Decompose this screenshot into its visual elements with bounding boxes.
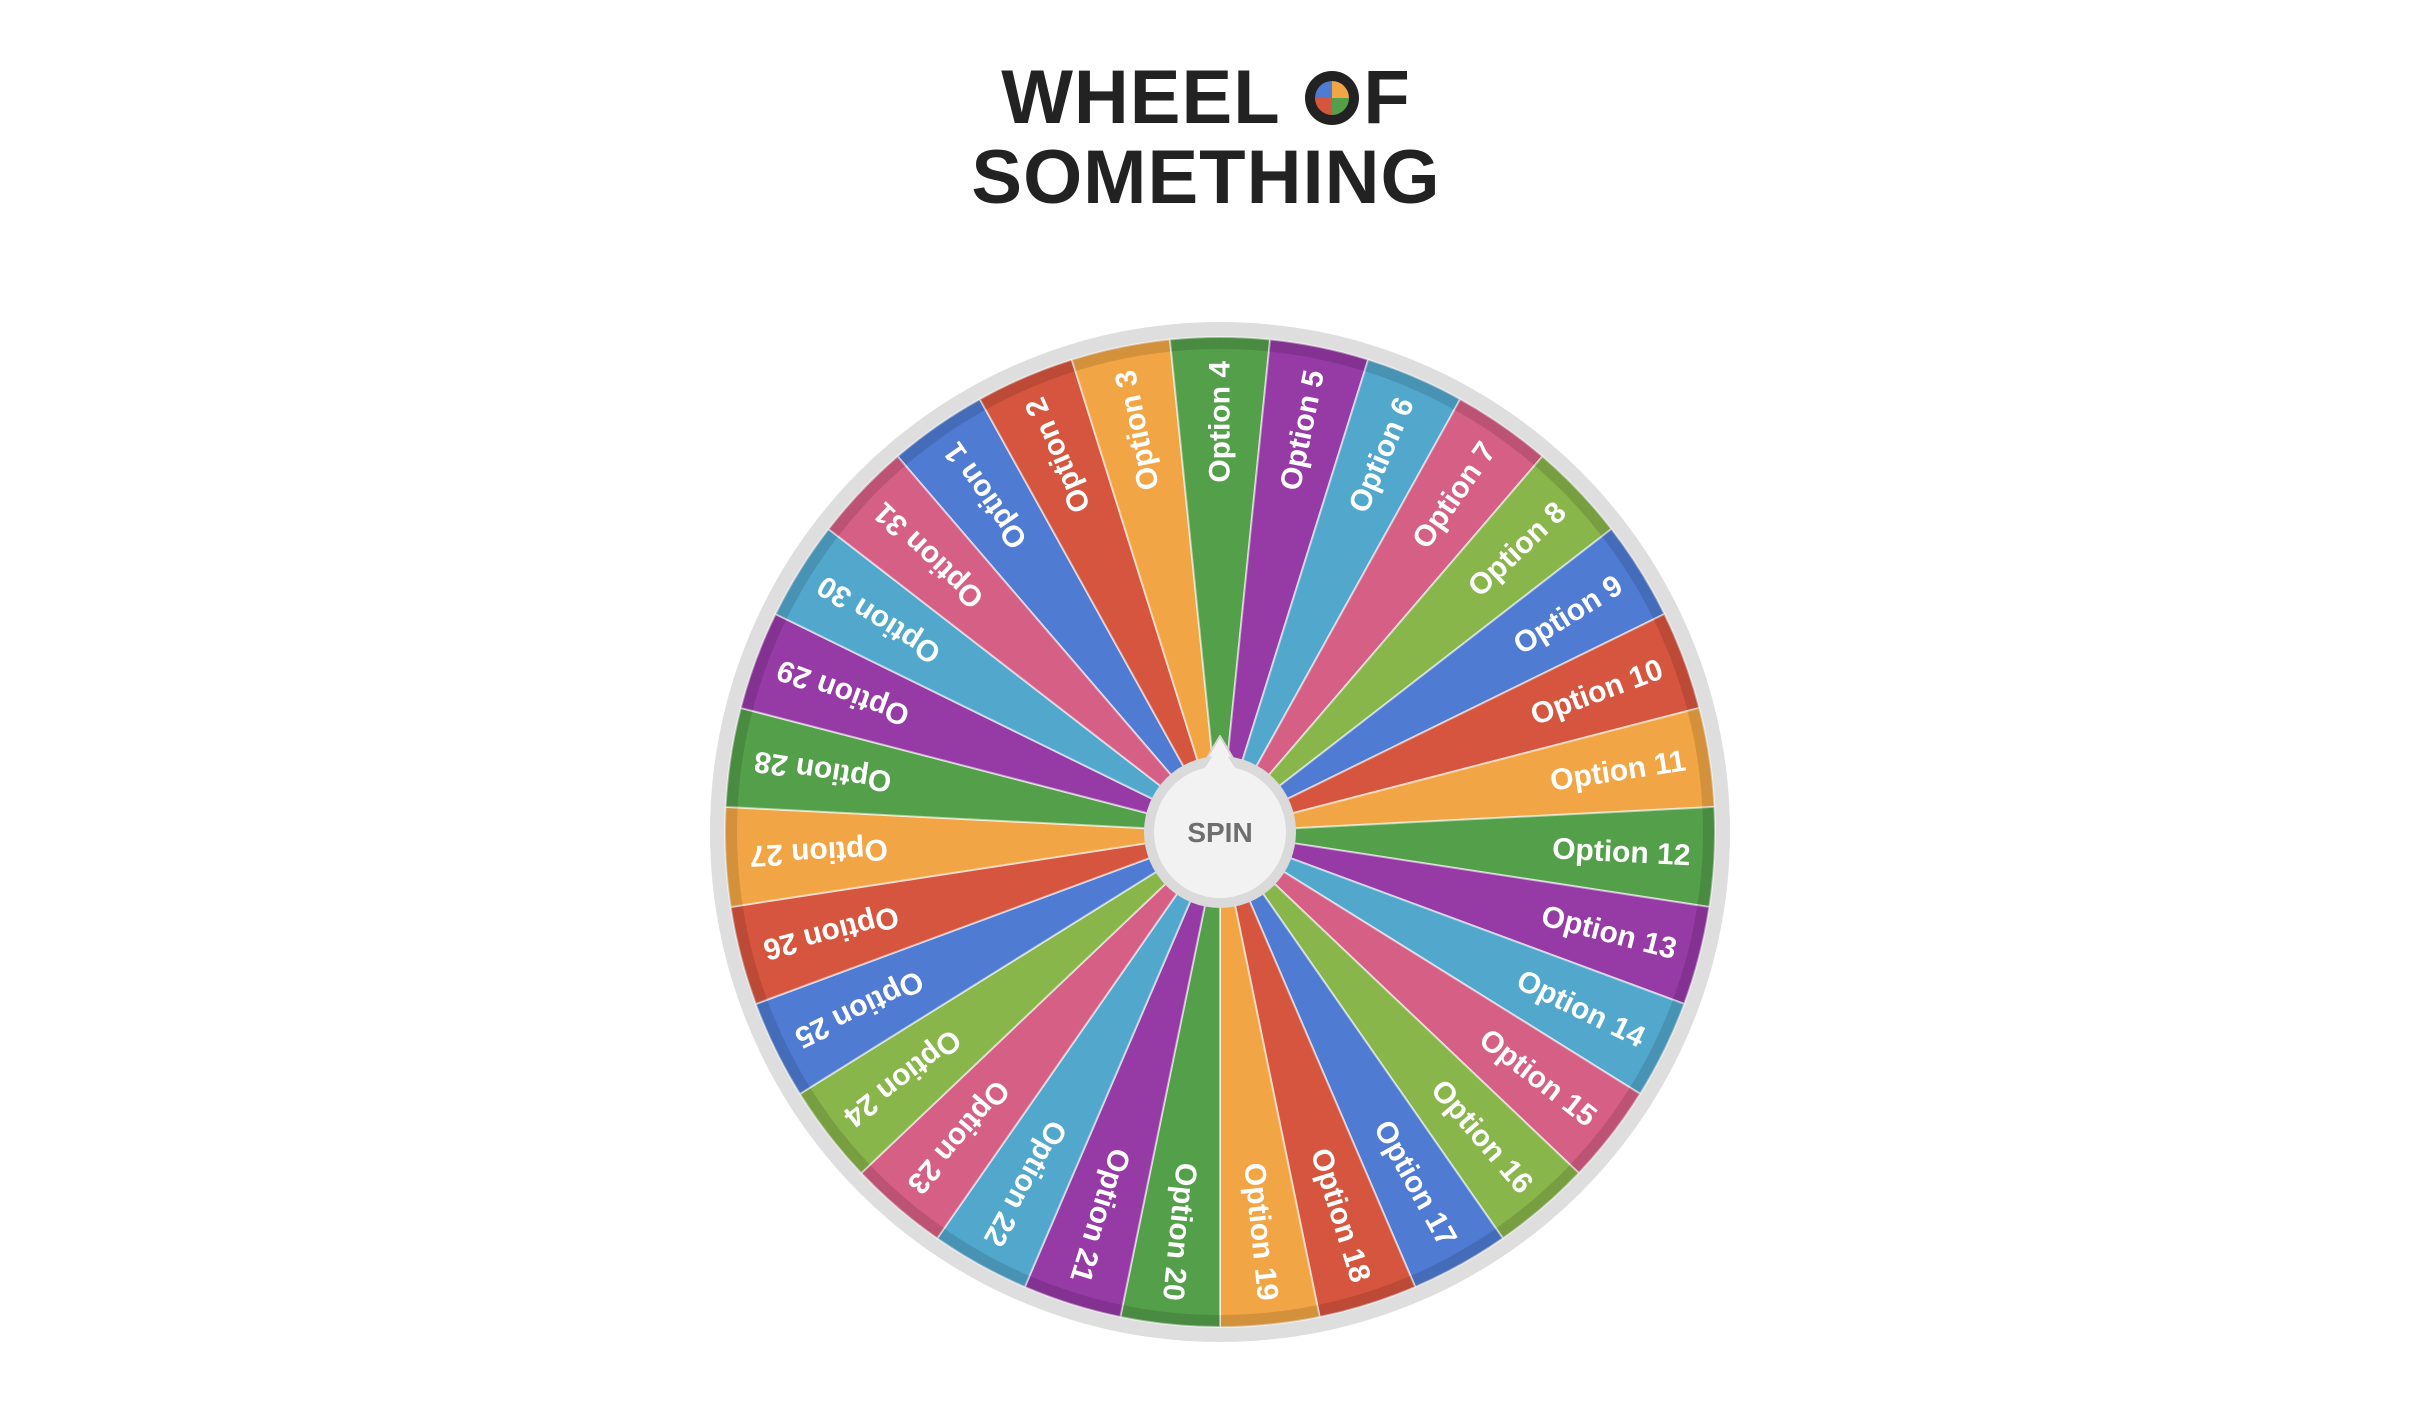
spin-wheel[interactable]: Option 1Option 2 Option 3 Option 4 Option 5… — [700, 312, 1740, 1352]
logo-word-wheel: WHEEL — [1001, 55, 1280, 140]
wheel-option-label: Option 4 — [1204, 361, 1237, 483]
logo-word-something: SOMETHING — [971, 135, 1441, 220]
pie-logo-icon — [1305, 71, 1360, 125]
wheel-option-label: Option 27 — [749, 832, 889, 872]
wheel-page: WHEEL F SOMETHING Option 1 Option 2 Option… — [0, 0, 2412, 1426]
wheel-option-label: Option 12 — [1551, 832, 1691, 872]
spin-button-label: SPIN — [1187, 817, 1252, 848]
site-logo[interactable]: WHEEL F SOMETHING — [0, 58, 2412, 218]
logo-line-1: WHEEL F — [0, 58, 2412, 138]
logo-letter-f: F — [1363, 55, 1411, 140]
wheel-container[interactable]: Option 1 Option 2 Option 3 Option 4 Option 5… — [700, 312, 1740, 1352]
